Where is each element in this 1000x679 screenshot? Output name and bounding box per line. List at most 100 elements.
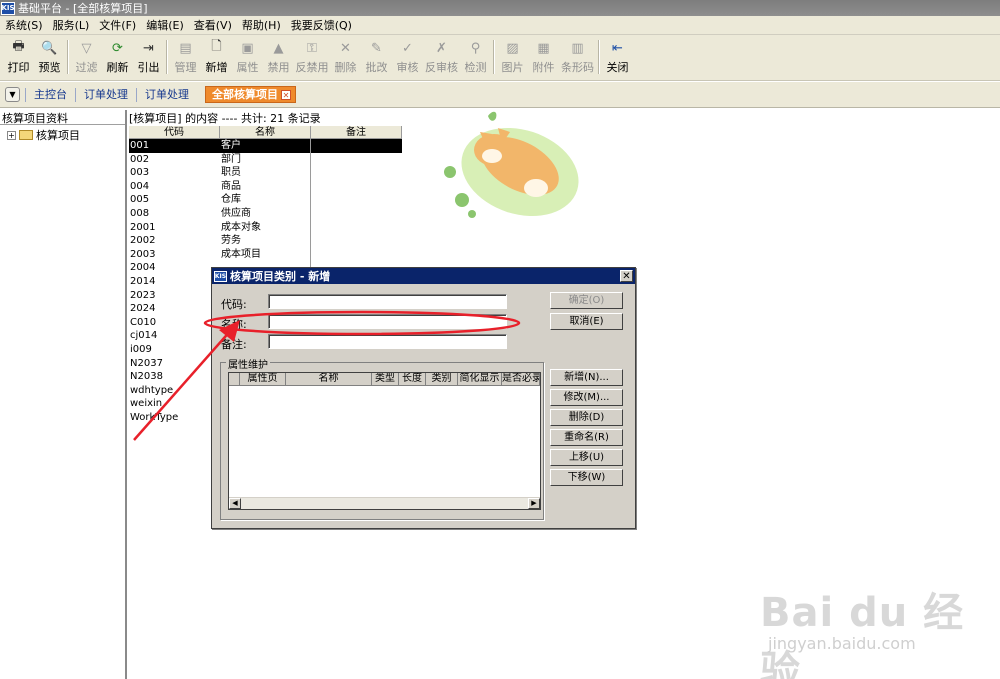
tab-dropdown-button[interactable]: ▼ [5,87,20,102]
menu-feedback[interactable]: 我要反馈(Q) [286,17,357,33]
cell-code: cj014 [130,330,158,342]
tab-main-console[interactable]: 主控台 [25,87,75,102]
cell-name: 成本项目 [220,247,311,262]
new-button[interactable]: 🗋 新增 [201,35,232,79]
scroll-left-icon[interactable]: ◀ [229,498,241,509]
name-field[interactable] [268,314,507,329]
cell-code: i009 [130,343,152,355]
menu-edit[interactable]: 编辑(E) [141,17,189,33]
title-bar: KIS 基础平台 - [全部核算项目] [0,0,1000,16]
delete-button[interactable]: ✕ 删除 [330,35,361,79]
menu-service[interactable]: 服务(L) [48,17,95,33]
ok-button[interactable]: 确定(O) [550,292,623,309]
toolbar-separator [598,40,600,74]
column-header-attr-type[interactable]: 类型 [372,373,399,385]
table-row[interactable]: 2001 成本对象 [129,220,402,235]
preview-button[interactable]: 🔍 预览 [34,35,65,79]
table-row[interactable]: 008 供应商 [129,206,402,221]
barcode-button[interactable]: ▥ 条形码 [559,35,596,79]
code-field[interactable] [268,294,507,309]
disable-button[interactable]: ▲ 禁用 [263,35,294,79]
cell-name: 商品 [220,179,311,194]
window-title: 基础平台 - [全部核算项目] [18,2,148,15]
corgi-sticker-icon [444,111,579,218]
unban-button[interactable]: ⚿ 反禁用 [294,35,330,79]
column-header-code[interactable]: 代码 [129,126,220,138]
column-header-attr-page[interactable]: 属性页 [240,373,286,385]
table-row[interactable]: 002 部门 [129,152,402,167]
close-button[interactable]: ⇤ 关闭 [602,35,633,79]
column-header-attr-category[interactable]: 类别 [426,373,458,385]
attachment-button[interactable]: ▦ 附件 [528,35,559,79]
tab-order-processing-2[interactable]: 订单处理 [136,87,197,102]
refresh-icon: ⟳ [112,40,123,56]
attr-rename-button[interactable]: 重命名(R) [550,429,623,446]
cell-name: 成本对象 [220,220,311,235]
table-row[interactable]: 001 客户 [129,139,402,153]
table-row[interactable]: 004 商品 [129,179,402,194]
horizontal-scrollbar[interactable]: ◀ ▶ [229,497,540,509]
tab-order-processing[interactable]: 订单处理 [75,87,136,102]
menu-file[interactable]: 文件(F) [94,17,141,33]
attr-delete-button[interactable]: 删除(D) [550,409,623,426]
refresh-button[interactable]: ⟳ 刷新 [102,35,133,79]
check-button[interactable]: ⚲ 检测 [460,35,491,79]
attr-modify-button[interactable]: 修改(M)... [550,389,623,406]
baidu-watermark: Bai du 经验 jingyan.baidu.com [760,580,980,679]
tree-node-accounting-items[interactable]: + 核算项目 [0,128,125,142]
kis-logo-icon: KIS [1,1,15,15]
image-button[interactable]: ▨ 图片 [497,35,528,79]
scroll-right-icon[interactable]: ▶ [528,498,540,509]
menu-system[interactable]: 系统(S) [0,17,48,33]
cell-code: 2004 [130,262,156,274]
export-icon: ⇥ [143,40,154,56]
column-header-note[interactable]: 备注 [311,126,402,138]
properties-icon: ▣ [241,40,254,56]
menu-help[interactable]: 帮助(H) [237,17,286,33]
picture-icon: ▨ [506,40,519,56]
menu-bar: 系统(S) 服务(L) 文件(F) 编辑(E) 查看(V) 帮助(H) 我要反馈… [0,16,1000,35]
cell-note [311,193,402,207]
cell-note [311,180,402,194]
column-header-attr-name[interactable]: 名称 [286,373,372,385]
new-document-icon: 🗋 [211,39,222,54]
table-row[interactable]: 003 职员 [129,166,402,180]
export-button[interactable]: ⇥ 引出 [133,35,164,79]
tab-all-accounting-items[interactable]: 全部核算项目 ✕ [205,86,296,103]
expand-icon[interactable]: + [7,130,16,140]
table-header: 代码 名称 备注 [129,126,402,139]
batch-modify-button[interactable]: ✎ 批改 [361,35,392,79]
unaudit-button[interactable]: ✗ 反审核 [423,35,460,79]
attr-new-button[interactable]: 新增(N)... [550,369,623,386]
table-row[interactable]: 2002 劳务 [129,234,402,248]
left-tree-panel: 核算项目资料 + 核算项目 [0,110,127,679]
column-header-name[interactable]: 名称 [220,126,311,138]
print-button[interactable]: 🖶 打印 [3,35,34,79]
preview-icon: 🔍 [41,40,58,56]
key-icon: ⚿ [307,40,317,56]
filter-icon: ▽ [81,40,92,56]
cell-code: 2002 [130,235,156,247]
column-header-attr-simple-display[interactable]: 简化显示 [458,373,502,385]
cell-name: 部门 [220,152,311,167]
column-header-attr-length[interactable]: 长度 [399,373,426,385]
audit-button[interactable]: ✓ 审核 [392,35,423,79]
filter-button[interactable]: ▽ 过滤 [71,35,102,79]
close-icon[interactable]: ✕ [281,89,291,100]
cell-name: 客户 [220,139,311,153]
properties-button[interactable]: ▣ 属性 [232,35,263,79]
cell-note [311,153,402,167]
cell-code: 001 [130,140,150,151]
attr-move-up-button[interactable]: 上移(U) [550,449,623,466]
attr-move-down-button[interactable]: 下移(W) [550,469,623,486]
attribute-group: 属性维护 属性页 名称 类型 长度 类别 简化显示 是否必录 ◀ ▶ [220,356,544,520]
cell-code: 2001 [130,221,156,233]
table-row[interactable]: 2003 成本项目 [129,247,402,262]
table-row[interactable]: 005 仓库 [129,193,402,207]
cancel-button[interactable]: 取消(E) [550,313,623,330]
note-field[interactable] [268,334,507,349]
menu-view[interactable]: 查看(V) [189,17,237,33]
column-header-attr-required[interactable]: 是否必录 [502,373,540,385]
close-icon[interactable]: ✕ [620,270,633,282]
manage-button[interactable]: ▤ 管理 [170,35,201,79]
